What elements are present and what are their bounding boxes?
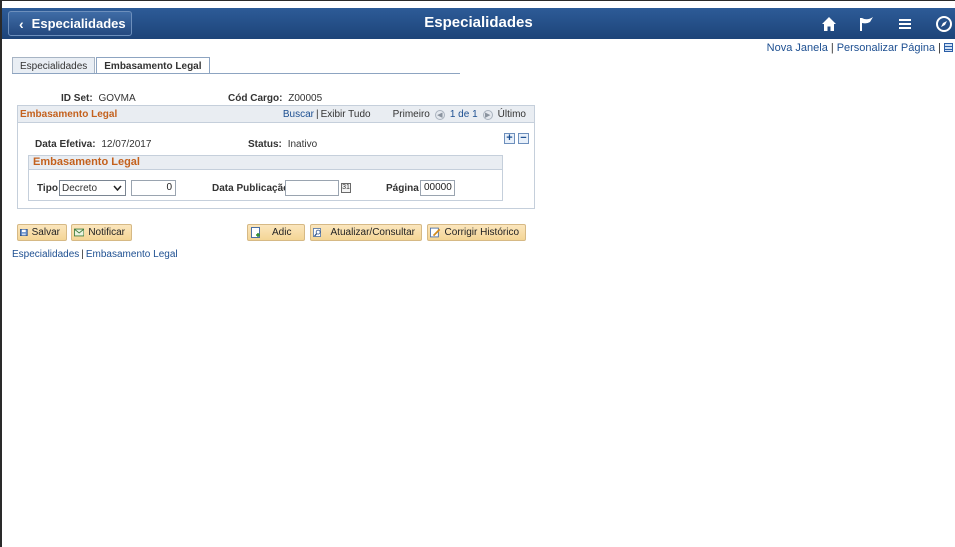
tipo-select-value: Decreto <box>62 182 98 194</box>
pub-label: Data Publicação <box>212 183 289 194</box>
add-icon <box>251 227 260 238</box>
chevron-left-icon: ‹ <box>19 15 24 32</box>
tab-especialidades[interactable]: Especialidades <box>12 57 96 74</box>
add-row-icon[interactable]: + <box>504 133 515 144</box>
back-button[interactable]: ‹ Especialidades <box>8 11 132 36</box>
find-link[interactable]: Buscar <box>283 109 314 120</box>
flag-icon[interactable] <box>859 16 875 32</box>
delete-row-icon[interactable]: − <box>518 133 529 144</box>
home-icon[interactable] <box>821 16 837 32</box>
bottom-links: Especialidades | Embasamento Legal <box>12 249 178 260</box>
save-icon <box>20 228 28 237</box>
status-field: Status: Inativo <box>248 139 317 150</box>
compass-icon[interactable] <box>935 15 953 33</box>
setid-field: ID Set: GOVMA <box>61 93 136 104</box>
edit-icon <box>430 227 441 238</box>
header-banner: ‹ Especialidades Especialidades <box>2 8 955 39</box>
grid-navigation: Buscar | Exibir Tudo Primeiro ◀ 1 de 1 ▶… <box>283 109 526 120</box>
last-label: Último <box>497 109 526 120</box>
effdt-label: Data Efetiva: <box>35 139 96 150</box>
pub-date-input[interactable] <box>285 180 339 196</box>
update-display-button[interactable]: Atualizar/Consultar <box>310 224 422 241</box>
row-range: 1 de 1 <box>449 109 478 120</box>
link-separator: | <box>830 42 834 54</box>
first-label: Primeiro <box>392 109 430 120</box>
link-separator: | <box>81 249 84 260</box>
setid-value: GOVMA <box>98 93 136 104</box>
cargo-label: Cód Cargo: <box>228 93 283 104</box>
menu-icon[interactable] <box>897 16 913 32</box>
grid-title: Embasamento Legal <box>20 109 118 120</box>
status-label: Status: <box>248 139 282 150</box>
add-button[interactable]: Adic <box>247 224 305 241</box>
window-frame <box>0 0 955 547</box>
update-display-label: Atualizar/Consultar <box>330 227 415 238</box>
status-value: Inativo <box>287 139 318 150</box>
subsection-title: Embasamento Legal <box>29 156 502 170</box>
notify-icon <box>74 228 85 237</box>
pub-label-text: Data Publicação <box>212 183 290 194</box>
header-actions <box>821 11 955 36</box>
tipo-select[interactable]: Decreto <box>59 180 126 196</box>
effdt-field: Data Efetiva: 12/07/2017 <box>35 139 151 150</box>
previous-icon[interactable]: ◀ <box>434 109 445 120</box>
page-links: Nova Janela | Personalizar Página | <box>767 42 953 54</box>
page-title: Especialidades <box>424 14 533 31</box>
tipo-label-text: Tipo <box>37 183 58 194</box>
chevron-down-icon <box>113 183 122 194</box>
tab-embasamento-legal[interactable]: Embasamento Legal <box>96 57 210 74</box>
view-all-link[interactable]: Exibir Tudo <box>321 109 371 120</box>
new-window-link[interactable]: Nova Janela <box>767 42 828 54</box>
cargo-value: Z00005 <box>288 93 323 104</box>
link-separator: | <box>938 42 941 54</box>
cargo-field: Cód Cargo: Z00005 <box>228 93 322 104</box>
page-label-text: Página <box>386 183 419 194</box>
notify-button-label: Notificar <box>88 227 125 238</box>
page-label: Página <box>386 183 419 194</box>
especialidades-link[interactable]: Especialidades <box>12 249 79 260</box>
page-input[interactable]: 00000 <box>420 180 455 196</box>
save-button-label: Salvar <box>31 227 60 238</box>
correct-history-label: Corrigir Histórico <box>444 227 519 238</box>
effdt-value: 12/07/2017 <box>101 139 152 150</box>
setid-label: ID Set: <box>61 93 93 104</box>
personalize-page-link[interactable]: Personalizar Página <box>837 42 935 54</box>
back-button-label: Especialidades <box>31 16 126 31</box>
tab-underline <box>12 73 460 74</box>
correct-history-button[interactable]: Corrigir Histórico <box>427 224 526 241</box>
grid-nav-separator: | <box>315 109 319 120</box>
embasamento-legal-link[interactable]: Embasamento Legal <box>86 249 178 260</box>
page-tabs: Especialidades Embasamento Legal <box>12 57 211 74</box>
add-button-label: Adic <box>272 227 292 238</box>
tipo-label: Tipo <box>37 183 58 194</box>
save-button[interactable]: Salvar <box>17 224 67 241</box>
magnifier-icon <box>313 228 321 237</box>
number-input[interactable]: 0 <box>131 180 176 196</box>
notify-button[interactable]: Notificar <box>71 224 132 241</box>
next-icon[interactable]: ▶ <box>482 109 493 120</box>
grid-header: Embasamento Legal Buscar | Exibir Tudo P… <box>18 106 534 123</box>
calendar-icon[interactable]: 31 <box>341 183 351 193</box>
help-icon[interactable] <box>944 43 953 52</box>
